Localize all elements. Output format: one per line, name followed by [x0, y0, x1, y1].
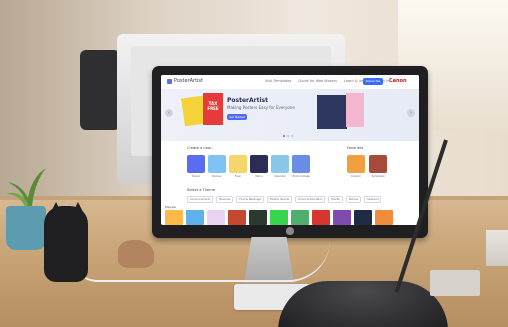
create-tile-label: Poster: [191, 175, 201, 178]
create-tiles: Poster Banner Flyer Menu Calendar Photo Colla…: [187, 155, 310, 178]
filter-chip[interactable]: Announcements: [187, 196, 214, 203]
create-tile-thumbnail: [250, 155, 268, 173]
create-tile-thumbnail: [208, 155, 226, 173]
favorite-tile-thumbnail: [347, 155, 365, 173]
create-tile-thumbnail: [229, 155, 247, 173]
poster-thumbnail[interactable]: [270, 210, 288, 225]
poster-thumbnail[interactable]: [207, 210, 225, 225]
filter-chip[interactable]: Notices: [345, 196, 362, 203]
carousel-dot[interactable]: [291, 135, 293, 137]
app-topbar: PosterArtist Visit Templates Guide for W…: [161, 75, 419, 90]
create-tile[interactable]: Menu: [250, 155, 268, 178]
favorite-tiles: Custom Templates: [347, 155, 387, 178]
hero-prev-arrow-icon[interactable]: ‹: [165, 109, 173, 117]
subscribe-button[interactable]: Subscribe: [363, 78, 383, 85]
favorite-tile[interactable]: Custom: [347, 155, 365, 178]
hero-cta-button[interactable]: Get Started: [227, 114, 247, 120]
office-chair: [278, 281, 448, 327]
nav-item[interactable]: Guide for Web Makers: [298, 79, 337, 83]
hero-title: PosterArtist: [227, 97, 268, 104]
poster-thumbnail[interactable]: [375, 210, 393, 225]
plant: [6, 168, 46, 210]
hero-next-arrow-icon[interactable]: ›: [407, 109, 415, 117]
create-tile-thumbnail: [271, 155, 289, 173]
office-scene: PosterArtist Visit Templates Guide for W…: [0, 0, 508, 327]
carousel-dot[interactable]: [283, 135, 285, 137]
create-tile-label: Photo Collage: [292, 175, 310, 178]
poster-thumbnail[interactable]: [165, 210, 183, 225]
templates-section-title: Select a Theme: [187, 188, 215, 192]
hero-subtitle: Making Posters Easy for Everyone: [227, 105, 295, 110]
filter-chip[interactable]: School & Education: [295, 196, 326, 203]
create-tile-label: Banner: [212, 175, 222, 178]
create-tile[interactable]: Poster: [187, 155, 205, 178]
monitor-screen: PosterArtist Visit Templates Guide for W…: [161, 75, 419, 225]
carousel-dot[interactable]: [287, 135, 289, 137]
create-tile[interactable]: Flyer: [229, 155, 247, 178]
wooden-toy: [118, 240, 154, 268]
create-tile-thumbnail: [292, 155, 310, 173]
poster-thumbnail[interactable]: [312, 210, 330, 225]
lucky-cat-figurine: [44, 206, 88, 282]
poster-thumbnail[interactable]: [249, 210, 267, 225]
create-tile-label: Flyer: [234, 175, 242, 178]
create-tile[interactable]: Banner: [208, 155, 226, 178]
favorite-tile-label: Templates: [371, 175, 385, 178]
apple-logo-icon: [286, 227, 294, 235]
filter-chip[interactable]: Food & Beverage: [236, 196, 264, 203]
favorite-tile-thumbnail: [369, 155, 387, 173]
filter-chip[interactable]: Events: [328, 196, 343, 203]
lamp-base: [430, 270, 480, 296]
favorite-tile-label: Custom: [351, 175, 361, 178]
favorite-tile[interactable]: Templates: [369, 155, 387, 178]
monitor: PosterArtist Visit Templates Guide for W…: [152, 66, 428, 238]
popular-title: Popular: [165, 205, 177, 209]
brand-name: PosterArtist: [174, 78, 203, 84]
filter-chip[interactable]: Holiday Special: [266, 196, 293, 203]
hero-illustration: [317, 95, 347, 129]
create-tile[interactable]: Calendar: [271, 155, 289, 178]
hero-poster-red: TAX FREE: [203, 93, 223, 125]
cable: [70, 240, 330, 282]
create-section-title: Create a new...: [187, 146, 214, 150]
create-tile-label: Calendar: [274, 175, 286, 178]
template-filters: Announcements Business Food & Beverage Holi…: [187, 196, 382, 203]
hero-illustration-figure: [346, 93, 364, 127]
filter-chip[interactable]: Seasonal: [364, 196, 382, 203]
favorites-title: Favorites: [347, 146, 364, 150]
popular-posters: [165, 210, 393, 225]
create-tile-label: Menu: [255, 175, 263, 178]
nav-item[interactable]: Visit Templates: [265, 79, 291, 83]
filter-chip[interactable]: Business: [216, 196, 234, 203]
canon-logo: Canon: [389, 78, 407, 84]
poster-thumbnail[interactable]: [228, 210, 246, 225]
background-chair: [80, 50, 120, 130]
poster-thumbnail[interactable]: [354, 210, 372, 225]
hero-carousel-dots: [283, 135, 293, 137]
poster-thumbnail[interactable]: [333, 210, 351, 225]
app-brand[interactable]: PosterArtist: [167, 78, 203, 84]
create-tile[interactable]: Photo Collage: [292, 155, 310, 178]
poster-thumbnail[interactable]: [186, 210, 204, 225]
poster-thumbnail[interactable]: [291, 210, 309, 225]
brand-logo-icon: [167, 78, 172, 84]
books: [486, 230, 508, 266]
plant-pot: [6, 206, 46, 250]
create-tile-thumbnail: [187, 155, 205, 173]
hero-banner: ‹ › TAX FREE PosterArtist Making Posters…: [161, 89, 419, 141]
